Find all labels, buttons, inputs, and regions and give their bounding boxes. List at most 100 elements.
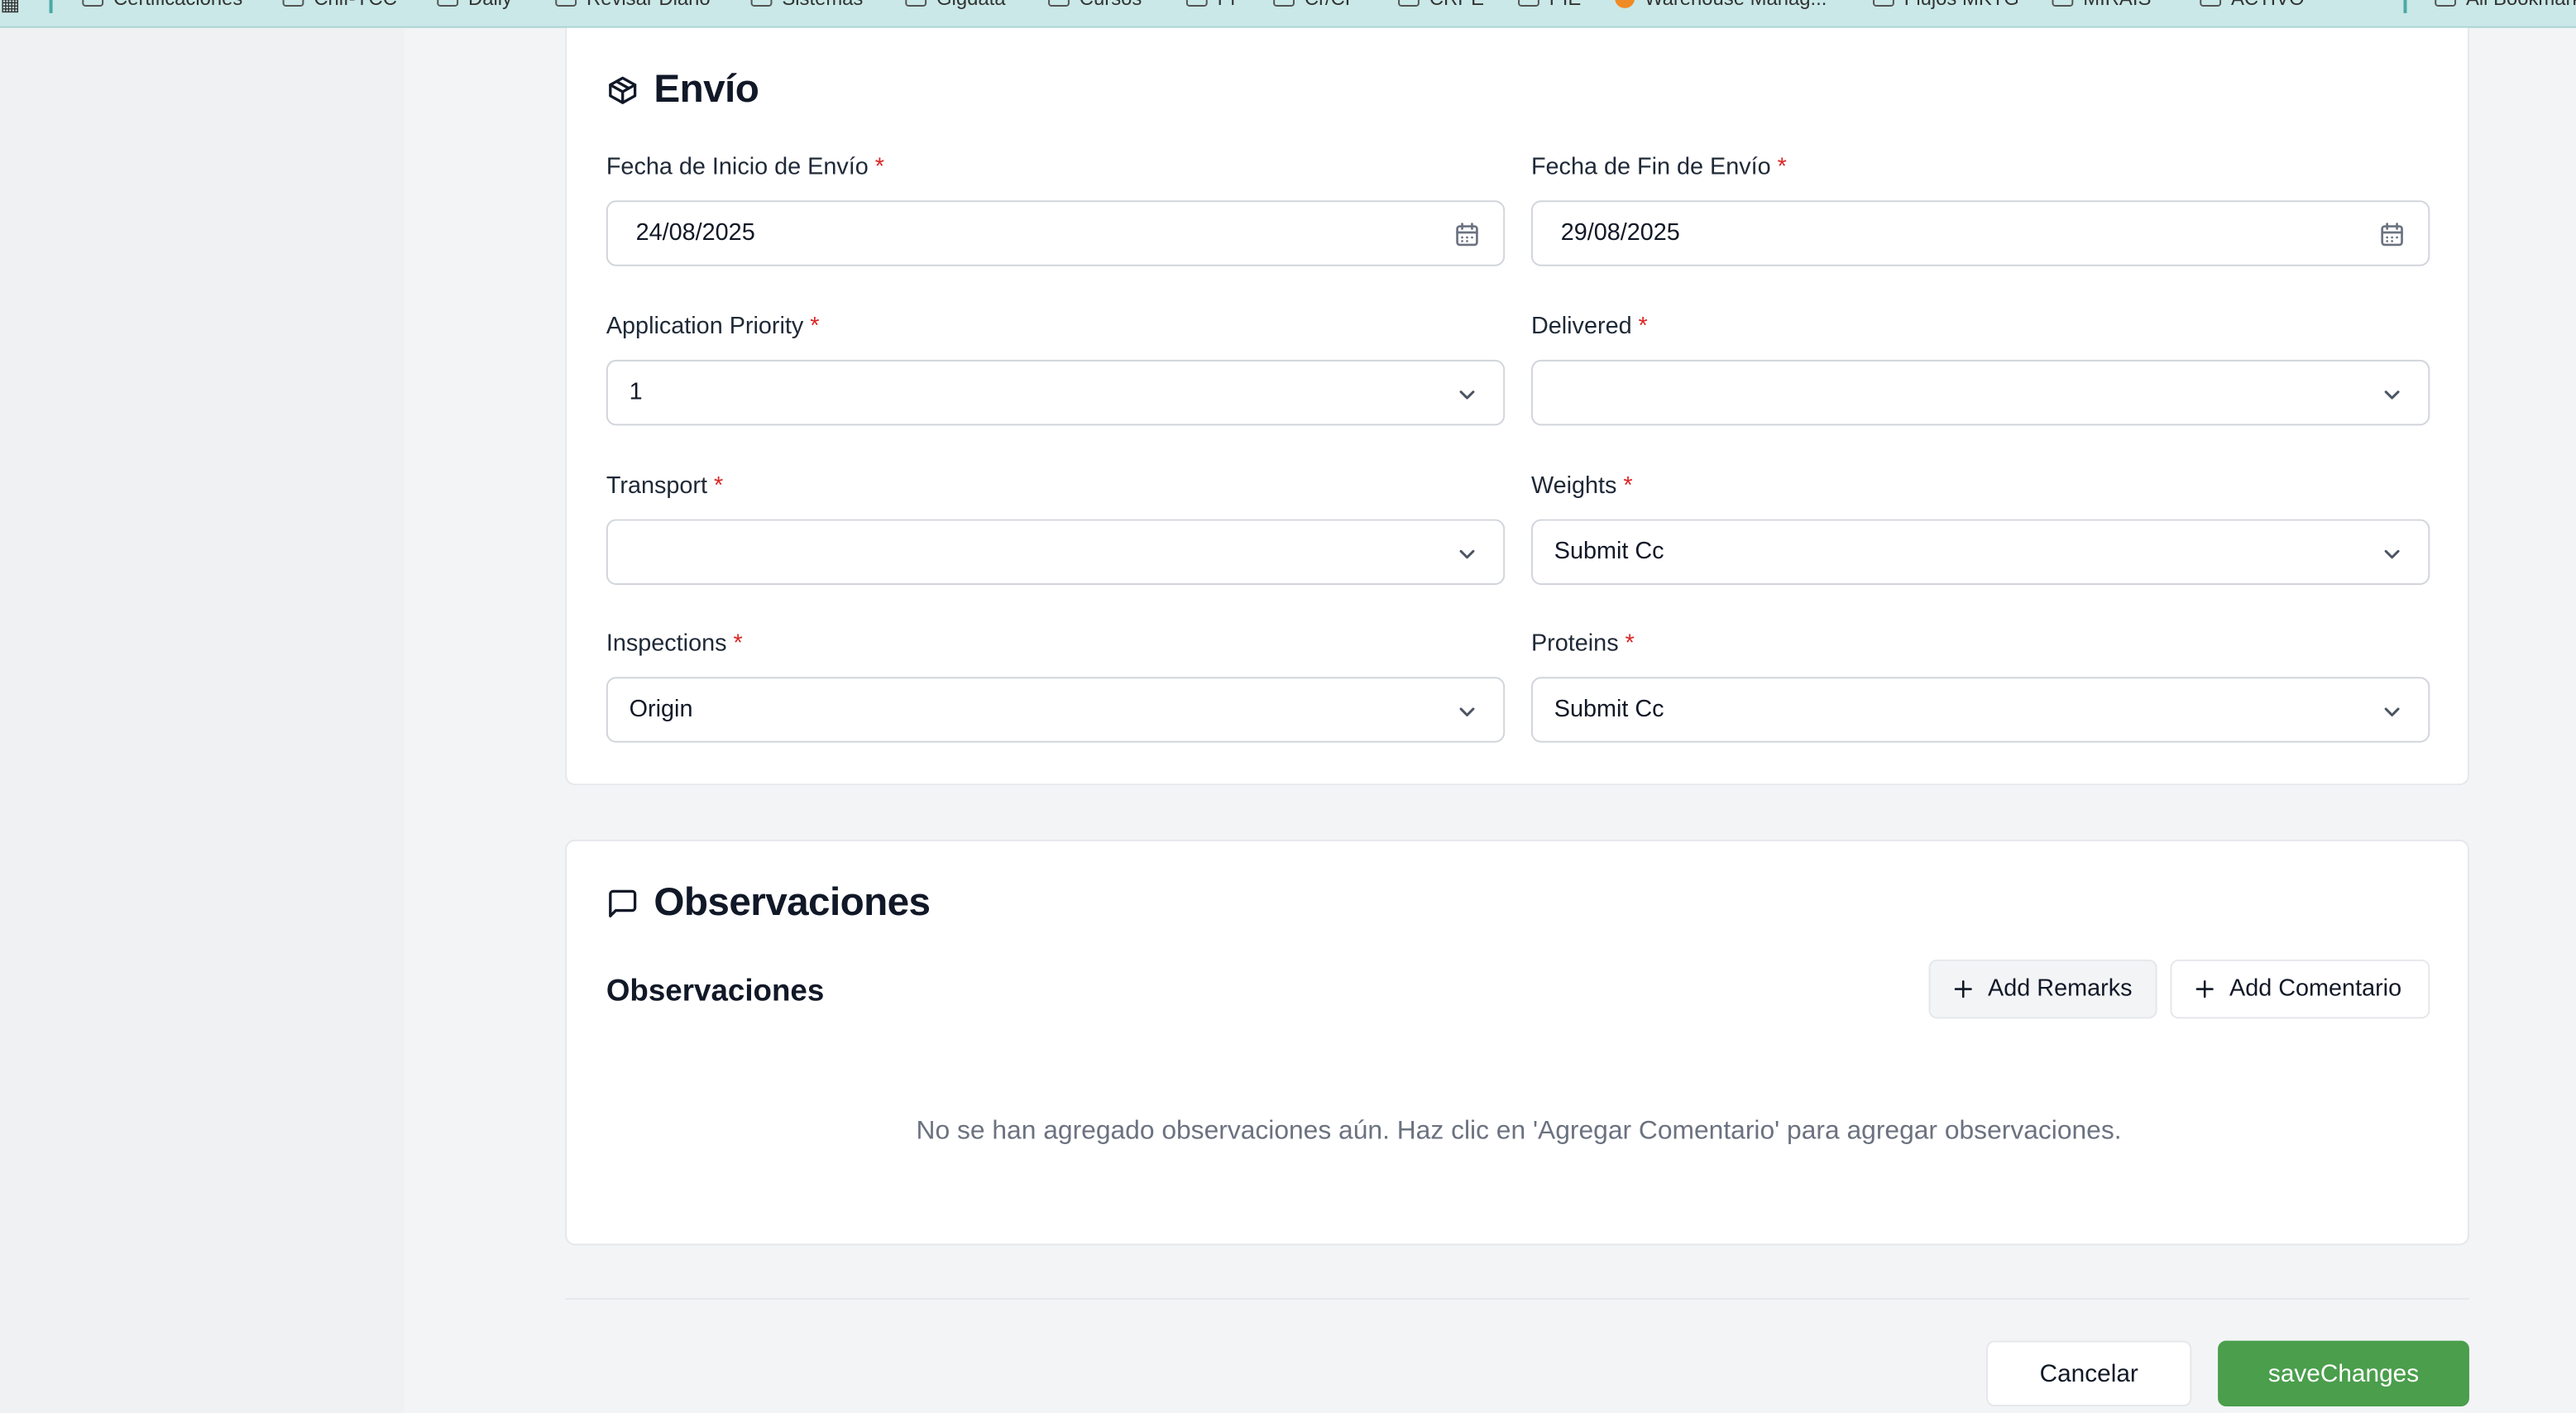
shipping-title: Envío [606, 67, 759, 113]
required-mark: * [874, 154, 884, 181]
message-square-icon [609, 889, 637, 917]
end-date-field: Fecha de Fin de Envío * 29/08/2025 [1530, 155, 2430, 266]
bookmark-label: Cr/CP [1305, 0, 1358, 10]
inspections-value: Origin [629, 697, 693, 723]
label-text: Weights [1530, 472, 1617, 500]
weights-select[interactable]: Submit Cc [1530, 519, 2430, 586]
delivered-select[interactable] [1530, 359, 2430, 426]
start-date-input[interactable]: 24/08/2025 [606, 200, 1506, 266]
chevron-down-icon [2384, 707, 2400, 716]
bookmark-item[interactable]: Cursos [1048, 0, 1142, 10]
plus-icon [1954, 980, 1972, 999]
shipping-title-text: Envío [654, 67, 759, 113]
observations-subtitle: Observaciones [606, 972, 825, 1008]
bookmark-label: Cursos [1080, 0, 1142, 10]
folder-icon [1873, 0, 1894, 7]
app-window: ▦ Certificaciones Chif-YCC Daily Revisar… [0, 0, 2576, 1413]
bookmark-item[interactable]: CRPE [1398, 0, 1484, 10]
weights-label: Weights * [1531, 473, 2430, 506]
bookmark-item[interactable]: MIRAIS [2052, 0, 2151, 10]
bookmark-item[interactable]: Daily [437, 0, 512, 10]
delivered-field: Delivered * [1530, 314, 2430, 426]
transport-select[interactable] [606, 519, 1506, 586]
bookmarks-separator [2403, 0, 2407, 13]
warehouse-favicon-icon [1615, 0, 1635, 8]
required-mark: * [733, 630, 743, 658]
add-remarks-label: Add Remarks [1988, 975, 2133, 1003]
bookmark-item[interactable]: Certificaciones [82, 0, 242, 10]
bookmark-item[interactable]: All Bookmarks [2435, 0, 2576, 10]
add-comment-button[interactable]: Add Comentario [2170, 959, 2430, 1019]
calendar-icon[interactable] [2377, 220, 2407, 250]
apps-grid-icon[interactable]: ▦ [0, 0, 20, 17]
folder-icon [437, 0, 459, 7]
weights-field: Weights * Submit Cc [1530, 473, 2430, 586]
folder-icon [1048, 0, 1070, 7]
proteins-label: Proteins * [1531, 631, 2430, 664]
weights-value: Submit Cc [1554, 539, 1664, 566]
save-changes-button[interactable]: saveChanges [2218, 1340, 2469, 1407]
folder-icon [2200, 0, 2222, 7]
inspections-field: Inspections * Origin [606, 630, 1506, 743]
label-text: Inspections [606, 630, 727, 658]
bookmark-item[interactable]: PIE [1518, 0, 1581, 10]
start-date-label: Fecha de Inicio de Envío * [606, 155, 1505, 188]
chevron-down-icon [1459, 549, 1475, 559]
observations-title-text: Observaciones [654, 880, 931, 926]
add-remarks-button[interactable]: Add Remarks [1928, 959, 2157, 1019]
bookmark-label: Warehouse Manag... [1645, 0, 1827, 10]
application-priority-value: 1 [629, 379, 643, 406]
label-text: Application Priority [606, 314, 804, 341]
bookmark-item[interactable]: Flujos MKTG [1873, 0, 2019, 10]
bookmark-item[interactable]: Warehouse Manag... [1615, 0, 1827, 10]
required-mark: * [1623, 472, 1633, 500]
start-date-value: 24/08/2025 [635, 220, 755, 247]
chevron-down-icon [2384, 390, 2400, 400]
application-priority-label: Application Priority * [606, 314, 1505, 347]
end-date-label: Fecha de Fin de Envío * [1531, 155, 2430, 188]
bookmark-label: MIRAIS [2083, 0, 2151, 10]
bookmark-item[interactable]: Revisar Diario [555, 0, 711, 10]
required-mark: * [810, 314, 820, 341]
bookmark-label: Daily [468, 0, 512, 10]
bookmark-label: Chif-YCC [314, 0, 397, 10]
bookmark-item[interactable]: Cr/CP [1273, 0, 1358, 10]
calendar-icon[interactable] [1453, 220, 1482, 250]
bookmark-label: Sistemas [782, 0, 863, 10]
sidebar [0, 27, 405, 1413]
label-text: Delivered [1530, 314, 1632, 341]
bookmark-label: Certificaciones [113, 0, 242, 10]
bookmark-item[interactable]: Sistemas [750, 0, 863, 10]
folder-icon [750, 0, 773, 7]
folder-icon [2435, 0, 2457, 7]
folder-icon [1398, 0, 1420, 7]
required-mark: * [713, 472, 724, 500]
delivered-label: Delivered * [1531, 314, 2430, 347]
proteins-select[interactable]: Submit Cc [1530, 677, 2430, 743]
cancel-label: Cancelar [2039, 1359, 2138, 1388]
chevron-down-icon [1459, 707, 1475, 716]
application-priority-select[interactable]: 1 [606, 359, 1506, 426]
cancel-button[interactable]: Cancelar [1986, 1340, 2192, 1407]
label-text: Transport [606, 472, 708, 500]
chevron-down-icon [2384, 549, 2400, 559]
end-date-input[interactable]: 29/08/2025 [1530, 200, 2430, 266]
transport-label: Transport * [606, 473, 1505, 506]
proteins-value: Submit Cc [1554, 697, 1664, 723]
required-mark: * [1638, 314, 1648, 341]
bookmark-item[interactable]: Pr [1185, 0, 1237, 10]
observations-card: Observaciones Observaciones Add Remarks … [565, 839, 2469, 1246]
bookmark-item[interactable]: ACTIVO [2200, 0, 2305, 10]
observations-title: Observaciones [606, 880, 931, 927]
inspections-select[interactable]: Origin [606, 677, 1506, 743]
label-text: Proteins [1530, 630, 1619, 658]
label-text: Fecha de Inicio de Envío [606, 154, 869, 181]
observations-empty-message: No se han agregado observaciones aún. Ha… [916, 1117, 2122, 1146]
bookmark-label: PIE [1549, 0, 1581, 10]
package-icon [609, 76, 637, 104]
shipping-card: Envío Fecha de Inicio de Envío * 24/08/20… [565, 27, 2469, 786]
chevron-down-icon [1459, 390, 1475, 400]
bookmark-item[interactable]: Gigdata [905, 0, 1005, 10]
bookmark-item[interactable]: Chif-YCC [282, 0, 397, 10]
label-text: Fecha de Fin de Envío [1530, 154, 1771, 181]
